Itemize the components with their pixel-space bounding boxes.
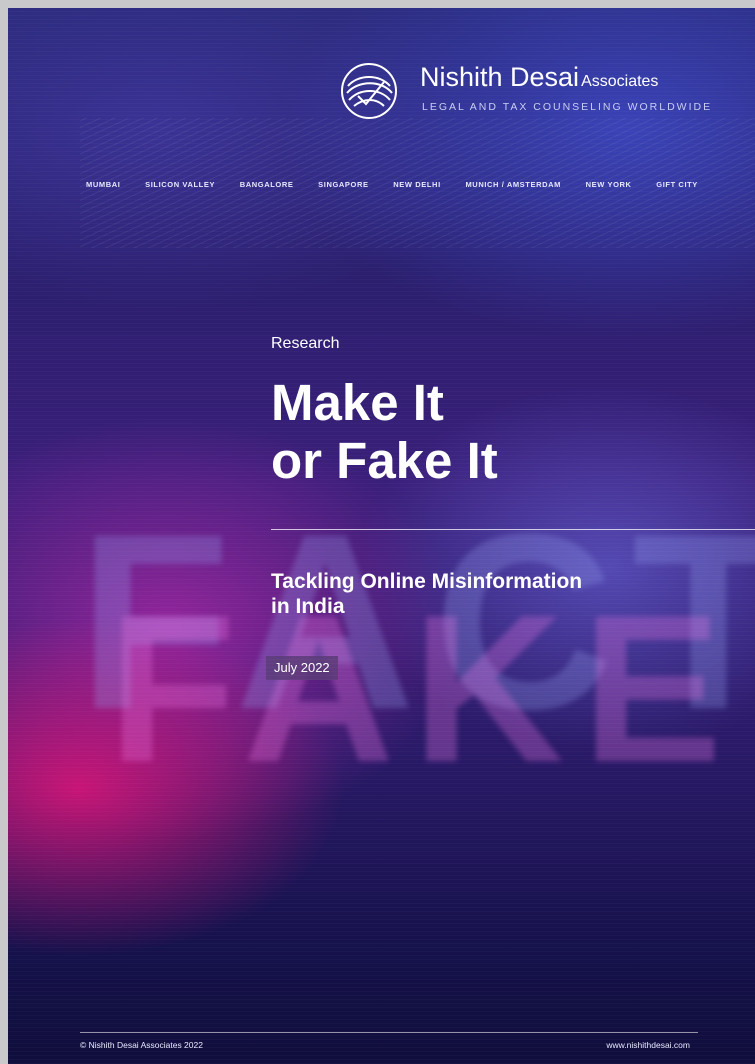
document-category: Research	[271, 335, 340, 352]
subtitle-line: Tackling Online Misinformation	[271, 570, 583, 593]
city-item: GIFT CITY	[656, 180, 698, 189]
firm-name-suffix: Associates	[581, 73, 659, 90]
website-link[interactable]: www.nishithdesai.com	[606, 1040, 690, 1050]
city-item: NEW YORK	[585, 180, 632, 189]
office-cities: MUMBAI SILICON VALLEY BANGALORE SINGAPOR…	[86, 180, 698, 189]
cover-page: FACT FAKE Nishith Desai Associates LEGAL …	[8, 8, 755, 1064]
title-line: Make It	[271, 374, 444, 431]
city-item: SILICON VALLEY	[145, 180, 216, 189]
firm-name: Nishith Desai Associates	[420, 62, 658, 93]
firm-name-main: Nishith Desai	[420, 62, 580, 92]
copyright-notice: © Nishith Desai Associates 2022	[80, 1040, 203, 1050]
city-item: SINGAPORE	[318, 180, 369, 189]
subtitle-line: in India	[271, 595, 345, 618]
document-title: Make It or Fake It	[271, 374, 691, 490]
city-item: NEW DELHI	[393, 180, 441, 189]
city-item: BANGALORE	[239, 180, 294, 189]
footer-divider	[80, 1032, 698, 1033]
firm-logo: Nishith Desai Associates LEGAL AND TAX CO…	[338, 60, 710, 120]
nda-swirl-logo-icon	[341, 63, 397, 119]
firm-tagline: LEGAL AND TAX COUNSELING WORLDWIDE	[422, 101, 713, 113]
city-item: MUNICH / AMSTERDAM	[465, 180, 561, 189]
document-subtitle: Tackling Online Misinformation in India	[271, 569, 711, 619]
title-line: or Fake It	[271, 432, 498, 489]
city-item: MUMBAI	[86, 180, 121, 189]
title-divider	[271, 529, 755, 530]
publication-date-badge: July 2022	[266, 656, 338, 680]
